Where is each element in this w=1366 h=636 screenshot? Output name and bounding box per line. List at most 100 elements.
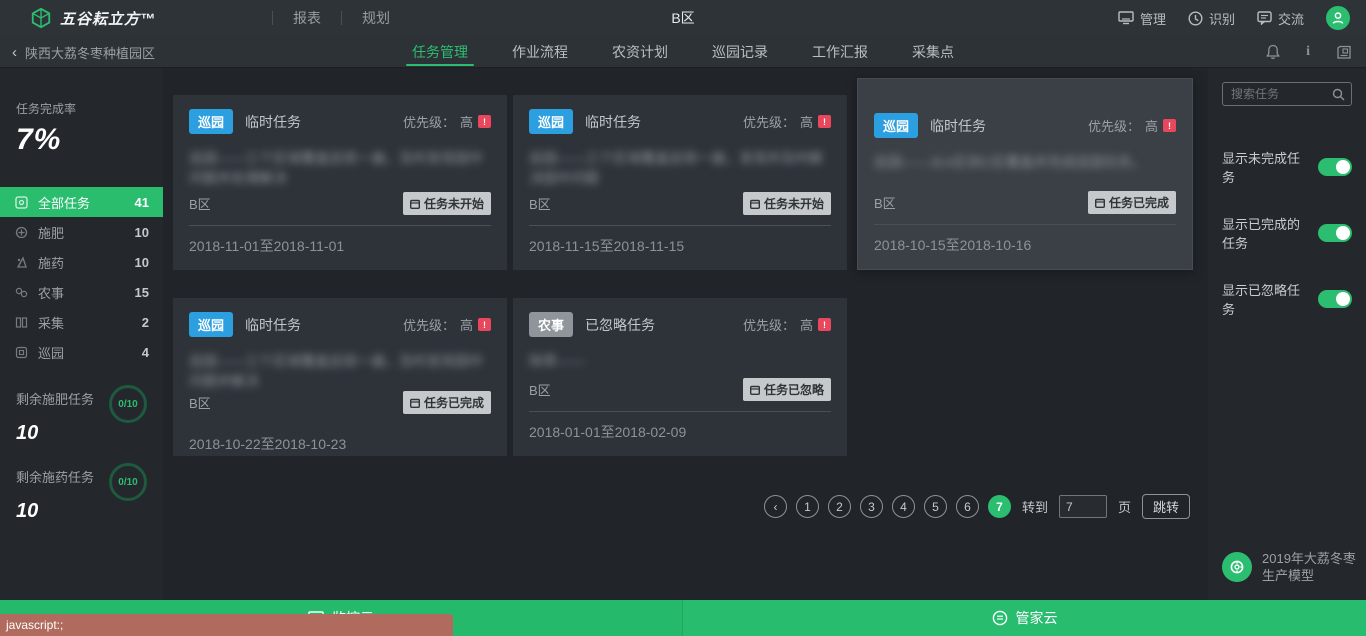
task-date-range: 2018-11-15至2018-11-15 [529, 236, 831, 258]
page-unit-label: 页 [1118, 497, 1131, 516]
fertilize-progress-ring: 0/10 [109, 385, 147, 423]
monitor-icon [1118, 11, 1134, 25]
sidebar-item-label: 施肥 [38, 223, 64, 242]
show-unfinished-toggle[interactable] [1318, 158, 1352, 176]
task-type-badge: 巡园 [529, 109, 573, 134]
footer-tab-manager-cloud[interactable]: 管家云 [683, 600, 1366, 636]
top-nav: 报表 规划 [252, 8, 390, 28]
sidebar-item-count: 41 [135, 195, 149, 210]
search-icon[interactable] [1332, 88, 1345, 101]
page-button-1[interactable]: 1 [796, 495, 819, 518]
manage-link[interactable]: 管理 [1118, 9, 1166, 28]
task-kind-label: 临时任务 [245, 112, 301, 132]
priority-high-icon: ! [1163, 119, 1176, 132]
priority: 优先级：高 ! [743, 315, 831, 334]
task-card[interactable]: 巡园 临时任务 优先级：高 ! 巡园——三个区域覆盖巡视一遍，及时发现园中问题并… [173, 95, 507, 270]
card-meta-row: B区 任务已忽略 [529, 378, 831, 401]
brand-name: 五谷耘立方™ [60, 8, 156, 29]
tab-work-flow[interactable]: 作业流程 [512, 36, 568, 68]
manager-cloud-icon [992, 610, 1008, 626]
recognize-link[interactable]: 识别 [1188, 9, 1235, 28]
filter-finished-row: 显示已完成的任务 [1222, 214, 1352, 252]
top-right-actions: 管理 识别 交流 [1118, 6, 1366, 30]
status-calendar-icon [410, 398, 420, 408]
task-kind-label: 临时任务 [245, 315, 301, 335]
priority-high-icon: ! [478, 318, 491, 331]
divider [529, 225, 831, 226]
sidebar-item-all-tasks[interactable]: 全部任务 41 [0, 187, 163, 217]
sidebar-item-label: 采集 [38, 313, 64, 332]
sidebar-item-farming[interactable]: 农事 15 [0, 277, 163, 307]
card-meta-row: B区 任务未开始 [529, 192, 831, 215]
status-text: 任务已完成 [424, 394, 484, 411]
task-type-badge: 巡园 [189, 109, 233, 134]
nav-reports[interactable]: 报表 [293, 8, 321, 28]
sidebar-item-collect[interactable]: 采集 2 [0, 307, 163, 337]
spray-icon [14, 255, 28, 269]
blurred-description: 巡园——从A区到C区覆盖并完成巡园任务。 [874, 152, 1176, 174]
production-model-link[interactable]: 2019年大荔冬枣 生产模型 [1222, 550, 1356, 584]
nav-planning[interactable]: 规划 [362, 8, 390, 28]
task-search-box [1222, 82, 1352, 106]
page-button-5[interactable]: 5 [924, 495, 947, 518]
all-tasks-icon [14, 195, 28, 209]
toggle-label: 显示未完成任务 [1222, 148, 1312, 186]
page-button-3[interactable]: 3 [860, 495, 883, 518]
task-area: B区 [189, 393, 211, 412]
task-kind-label: 临时任务 [585, 112, 641, 132]
tab-collection-points[interactable]: 采集点 [912, 36, 954, 68]
patrol-icon [14, 345, 28, 359]
model-label-line2: 生产模型 [1262, 568, 1314, 583]
task-type-badge: 巡园 [874, 113, 918, 138]
sidebar-item-patrol[interactable]: 巡园 4 [0, 337, 163, 367]
card-header: 巡园 临时任务 优先级：高 ! [529, 109, 831, 134]
task-type-badge: 巡园 [189, 312, 233, 337]
task-status-badge: 任务已完成 [1088, 191, 1176, 214]
card-header: 巡园 临时任务 优先级：高 ! [874, 113, 1176, 138]
task-card[interactable]: 巡园 临时任务 优先级：高 ! 巡园——三个区域覆盖巡视一遍，及时发现园中问题并… [173, 298, 507, 456]
remaining-fertilize-block: 剩余施肥任务 10 0/10 [0, 367, 163, 445]
farming-icon [14, 285, 28, 299]
task-card[interactable]: 巡园 临时任务 优先级：高 ! 巡园——三个区域覆盖巡视一遍，发现并及时解决园中… [513, 95, 847, 270]
blurred-description: 巡园——三个区域覆盖巡视一遍，发现并及时解决园中问题 [529, 148, 831, 190]
communicate-link[interactable]: 交流 [1257, 9, 1304, 28]
status-text: 任务未开始 [424, 195, 484, 212]
tab-agri-materials-plan[interactable]: 农资计划 [612, 36, 668, 68]
task-filter-menu: 全部任务 41 施肥 10 施药 10 农事 15 采集 2 [0, 187, 163, 367]
priority: 优先级：高 ! [743, 112, 831, 131]
sidebar-item-fertilize[interactable]: 施肥 10 [0, 217, 163, 247]
sidebar-item-spray[interactable]: 施药 10 [0, 247, 163, 277]
task-card-selected[interactable]: 巡园 临时任务 优先级：高 ! 巡园——从A区到C区覆盖并完成巡园任务。 B区 … [857, 78, 1193, 270]
model-icon [1222, 552, 1252, 582]
toggle-knob [1336, 292, 1350, 306]
task-status-badge: 任务已完成 [403, 391, 491, 414]
page-button-6[interactable]: 6 [956, 495, 979, 518]
priority-label: 优先级： [743, 315, 795, 334]
page-button-4[interactable]: 4 [892, 495, 915, 518]
model-label-line1: 2019年大荔冬枣 [1262, 551, 1356, 566]
card-meta-row: B区 任务已完成 [189, 391, 491, 414]
prev-page-button[interactable]: ‹ [764, 495, 787, 518]
tab-patrol-records[interactable]: 巡园记录 [712, 36, 768, 68]
page-number-input[interactable] [1059, 495, 1107, 518]
tab-task-management[interactable]: 任务管理 [412, 36, 468, 68]
priority: 优先级：高 ! [403, 315, 491, 334]
task-status-badge: 任务未开始 [743, 192, 831, 215]
chat-icon [1257, 11, 1272, 25]
task-card[interactable]: 农事 已忽略任务 优先级：高 ! 除草—— B区 任务已忽略 2018-01-0… [513, 298, 847, 456]
footer-right-label: 管家云 [1016, 608, 1058, 628]
user-avatar[interactable] [1326, 6, 1350, 30]
jump-button[interactable]: 跳转 [1142, 494, 1190, 519]
brand-logo[interactable]: 五谷耘立方™ [0, 7, 156, 29]
completion-rate-label: 任务完成率 [0, 68, 163, 123]
info-icon[interactable]: i [1306, 44, 1310, 60]
bell-icon[interactable] [1266, 44, 1280, 60]
show-finished-toggle[interactable] [1318, 224, 1352, 242]
show-ignored-toggle[interactable] [1318, 290, 1352, 308]
priority-label: 优先级： [403, 112, 455, 131]
page-button-2[interactable]: 2 [828, 495, 851, 518]
page-button-active[interactable]: 7 [988, 495, 1011, 518]
board-icon[interactable] [1336, 45, 1352, 60]
tab-work-report[interactable]: 工作汇报 [812, 36, 868, 68]
priority-value: 高 [460, 112, 473, 131]
